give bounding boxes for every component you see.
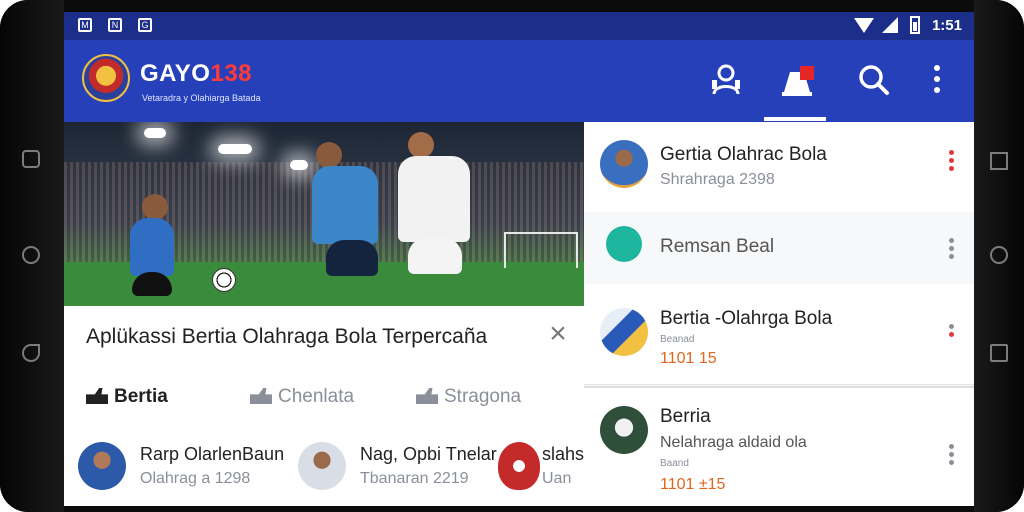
news-list: Rarp OlarlenBaun Olahrag a 1298 Nag, Opb…	[64, 428, 584, 506]
news-subtitle: Tbanaran 2219	[360, 470, 469, 487]
news-card[interactable]: Berria Nelahraga aldaid ola Baand 1101 ±…	[584, 386, 974, 506]
list-item[interactable]: slahs Uan	[496, 442, 584, 494]
player-head	[142, 194, 168, 220]
list-item[interactable]: Nag, Opbi Tnelar Tbanaran 2219	[298, 442, 498, 494]
thumbs-up-icon	[250, 388, 272, 404]
news-subtitle: Olahrag a 1298	[140, 470, 251, 487]
player-head	[408, 132, 434, 158]
stadium-light	[290, 160, 308, 170]
news-card[interactable]: Bertia -Olahrga Bola Beanad 1101 15	[584, 284, 974, 385]
side-news-panel: Gertia Olahrac Bola Shrahraga 2398 Remsa…	[584, 122, 974, 506]
list-item[interactable]: Rarp OlarlenBaun Olahrag a 1298	[78, 442, 288, 494]
phone-left-bezel	[0, 0, 64, 512]
brand-logo[interactable]: GAYO138	[140, 60, 252, 88]
notification-icon: N	[108, 18, 122, 32]
player-blue	[312, 166, 378, 244]
status-bar: M N G 1:51	[64, 12, 974, 40]
player-white	[398, 156, 470, 242]
avatar	[600, 140, 648, 188]
brand-name: GAYO	[140, 60, 211, 87]
app-screen: M N G 1:51 GAYO138 Vetaradra y Olahiarga…	[64, 12, 974, 506]
news-title: Rarp OlarlenBaun	[140, 444, 285, 464]
search-icon	[859, 65, 889, 95]
player-shorts	[408, 238, 462, 274]
recent-apps-icon[interactable]	[990, 152, 1008, 170]
phone-frame: M N G 1:51 GAYO138 Vetaradra y Olahiarga…	[0, 0, 1024, 512]
thumbs-up-icon	[416, 388, 438, 404]
logo-emblem-icon[interactable]	[82, 54, 130, 102]
club-crest-avatar	[498, 442, 540, 490]
card-title: Bertia -Olahrga Bola	[660, 308, 833, 329]
thumbs-up-icon	[86, 388, 108, 404]
player-blue	[130, 218, 174, 276]
tab-bertia[interactable]: Bertia	[86, 386, 168, 408]
battery-icon	[910, 16, 920, 34]
more-options-button[interactable]	[922, 58, 952, 102]
notifications-tab-button[interactable]	[776, 58, 824, 102]
avatar	[600, 406, 648, 454]
player-head	[316, 142, 342, 168]
back-icon[interactable]	[990, 344, 1008, 362]
card-title: Berria	[660, 406, 711, 427]
news-title: Nag, Opbi Tnelar	[360, 444, 497, 464]
news-subtitle: Uan	[542, 470, 572, 487]
card-meta: 1101 15	[660, 350, 717, 367]
support-button[interactable]	[702, 58, 750, 102]
tab-label: Chenlata	[278, 386, 355, 407]
more-vert-icon[interactable]	[948, 150, 954, 174]
app-bar: GAYO138 Vetaradra y Olahiarga Batada	[64, 40, 974, 122]
card-subtitle: Nelahraga aldaid ola	[660, 434, 807, 451]
card-title: Remsan Beal	[660, 236, 775, 257]
notifications-icon	[782, 66, 814, 96]
card-subtitle: Shrahraga 2398	[660, 171, 775, 188]
avatar	[606, 226, 642, 262]
tab-chenlata[interactable]: Chenlata	[250, 386, 354, 408]
tab-label: Stragona	[444, 386, 522, 407]
brand-tagline: Vetaradra y Olahiarga Batada	[142, 93, 261, 103]
back-icon[interactable]	[22, 344, 40, 362]
stadium-light	[144, 128, 166, 138]
more-vert-icon[interactable]	[948, 238, 954, 262]
avatar	[600, 308, 648, 356]
card-title: Gertia Olahrac Bola	[660, 144, 827, 165]
support-icon	[712, 64, 740, 95]
active-tab-indicator	[764, 117, 826, 121]
player-shorts	[132, 272, 172, 296]
avatar	[298, 442, 346, 490]
brand-number: 138	[210, 60, 253, 87]
stadium-light	[218, 144, 252, 154]
card-caption: Baand	[660, 458, 689, 469]
wifi-icon	[854, 18, 874, 33]
home-icon[interactable]	[990, 246, 1008, 264]
card-meta: 1101 ±15	[660, 476, 726, 493]
status-time: 1:51	[931, 17, 962, 34]
more-vert-icon[interactable]	[948, 324, 954, 348]
football	[212, 268, 236, 292]
headline-title: Aplükassi Bertia Olahraga Bola Terpercañ…	[86, 325, 488, 348]
card-caption: Beanad	[660, 334, 695, 345]
player-shorts	[326, 240, 378, 276]
tab-stragona[interactable]: Stragona	[416, 386, 521, 408]
more-vert-icon[interactable]	[948, 444, 954, 468]
news-card[interactable]: Remsan Beal	[584, 212, 974, 285]
news-card[interactable]: Gertia Olahrac Bola Shrahraga 2398	[584, 122, 974, 213]
phone-right-bezel	[974, 0, 1024, 512]
avatar	[78, 442, 126, 490]
headline-banner[interactable]: Aplükassi Bertia Olahraga Bola Terpercañ…	[64, 306, 584, 369]
search-button[interactable]	[850, 58, 898, 102]
hero-banner-image[interactable]	[64, 122, 584, 306]
home-icon[interactable]	[22, 246, 40, 264]
news-title: slahs	[542, 444, 584, 464]
tab-label: Bertia	[114, 386, 168, 407]
notification-icon: M	[78, 18, 92, 32]
recent-apps-icon[interactable]	[22, 150, 40, 168]
close-icon: ×	[549, 317, 567, 350]
close-button[interactable]: ×	[544, 317, 572, 350]
category-tabs: Bertia Chenlata Stragona	[64, 368, 584, 429]
notification-icon: G	[138, 18, 152, 32]
signal-icon	[882, 17, 898, 33]
more-vert-icon	[934, 65, 940, 93]
goal-net	[504, 232, 578, 268]
